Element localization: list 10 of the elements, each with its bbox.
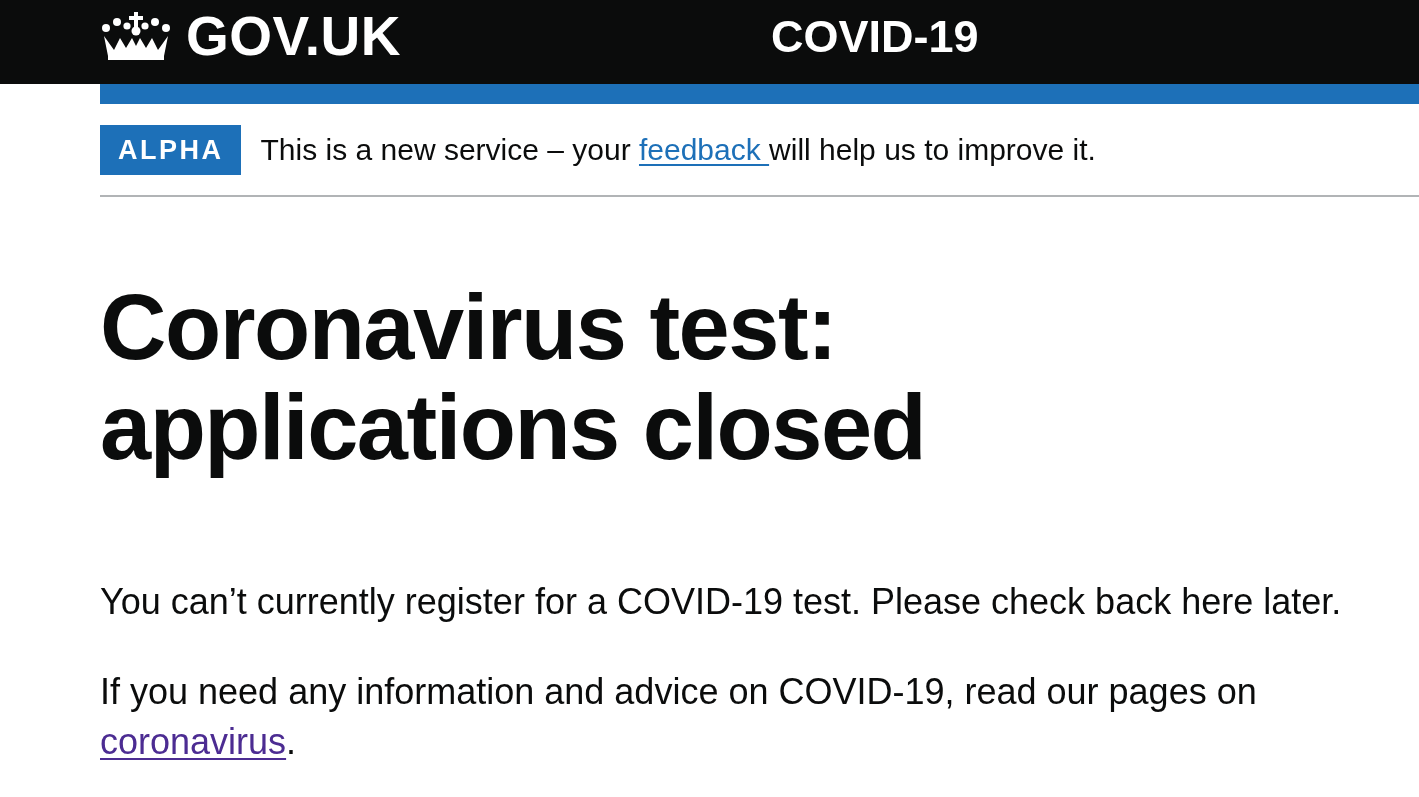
body-paragraph: If you need any information and advice on COVID-19, read our pages on coronavirus. — [100, 670, 1258, 764]
text-link[interactable]: coronavirus — [100, 721, 287, 762]
logo-link[interactable]: GOV.UK — [100, 0, 401, 62]
phase-banner-text: This is a new service – your feedback will help us to improve it. — [260, 132, 1096, 168]
crown-icon — [100, 12, 172, 60]
body-paragraph: You can’t currently register for a COVID-19 test. Please check back here later. — [100, 580, 1343, 624]
service-name-link[interactable]: COVID-19 — [771, 14, 979, 59]
text-link[interactable]: feedback — [639, 133, 770, 166]
phase-tag: ALPHA — [100, 125, 241, 175]
page-heading: Coronavirus test: applications closed — [100, 277, 927, 477]
